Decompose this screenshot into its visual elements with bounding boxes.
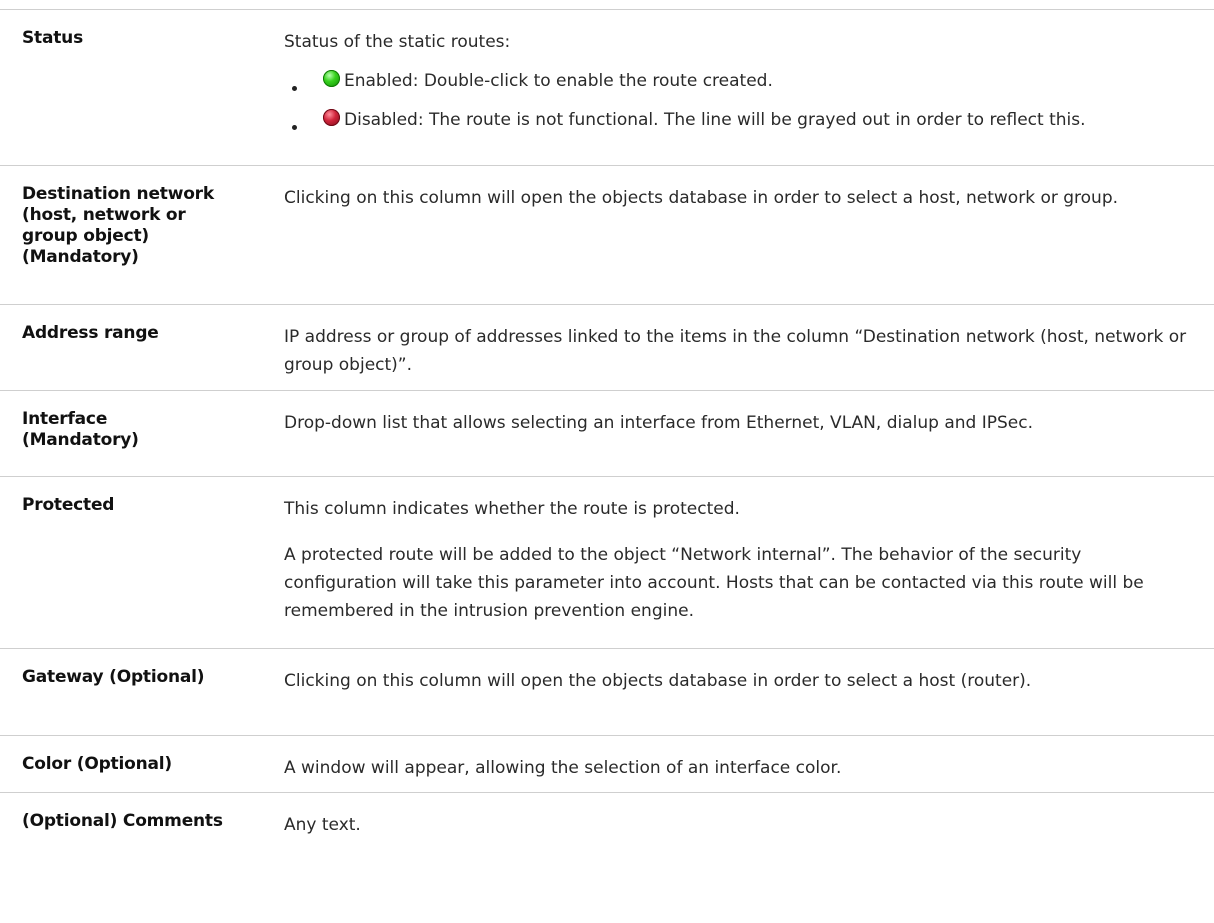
term-cell: Destination network (host, network or gr…: [0, 165, 272, 305]
term-status: Status: [22, 28, 83, 48]
table-row-status: Status Status of the static routes: Enab…: [0, 9, 1214, 166]
interface-desc: Drop-down list that allows selecting an …: [284, 413, 1033, 433]
term-line: Destination network: [22, 184, 214, 204]
desc-cell: IP address or group of addresses linked …: [272, 304, 1214, 391]
status-list: Enabled: Double-click to enable the rout…: [284, 67, 1194, 134]
bullet-dot: [292, 125, 297, 130]
desc-cell: Drop-down list that allows selecting an …: [272, 390, 1214, 477]
term-cell: Address range: [0, 304, 272, 391]
term-line: (host, network or: [22, 205, 186, 225]
desc-cell: Any text.: [272, 792, 1214, 853]
term-cell: (Optional) Comments: [0, 792, 272, 853]
term-color: Color (Optional): [22, 754, 172, 774]
list-item-disabled: Disabled: The route is not functional. T…: [284, 106, 1194, 134]
term-line: Interface: [22, 409, 108, 429]
desc-cell: This column indicates whether the route …: [272, 476, 1214, 649]
green-status-icon: [323, 70, 340, 87]
term-protected: Protected: [22, 495, 115, 515]
protected-desc-1: This column indicates whether the route …: [284, 499, 740, 519]
destination-desc: Clicking on this column will open the ob…: [284, 188, 1119, 208]
term-comments: (Optional) Comments: [22, 811, 223, 831]
bullet-dot: [292, 86, 297, 91]
table-row-destination: Destination network (host, network or gr…: [0, 165, 1214, 305]
term-line: (Mandatory): [22, 430, 139, 450]
protected-desc-2: A protected route will be added to the o…: [284, 545, 1144, 621]
desc-cell: Clicking on this column will open the ob…: [272, 648, 1214, 736]
parameters-table: Status Status of the static routes: Enab…: [0, 9, 1214, 853]
gateway-desc: Clicking on this column will open the ob…: [284, 671, 1032, 691]
term-cell: Status: [0, 9, 272, 166]
table-row-protected: Protected This column indicates whether …: [0, 476, 1214, 649]
table-row-interface: Interface (Mandatory) Drop-down list tha…: [0, 390, 1214, 477]
term-gateway: Gateway (Optional): [22, 667, 205, 687]
term-cell: Protected: [0, 476, 272, 649]
enabled-text: Enabled: Double-click to enable the rout…: [344, 71, 773, 91]
comments-desc: Any text.: [284, 815, 361, 835]
desc-cell: Status of the static routes: Enabled: Do…: [272, 9, 1214, 166]
term-cell: Color (Optional): [0, 735, 272, 793]
desc-cell: A window will appear, allowing the selec…: [272, 735, 1214, 793]
table-row-color: Color (Optional) A window will appear, a…: [0, 735, 1214, 793]
term-cell: Interface (Mandatory): [0, 390, 272, 477]
page: Status Status of the static routes: Enab…: [0, 0, 1214, 923]
disabled-text: Disabled: The route is not functional. T…: [344, 110, 1086, 130]
list-item-enabled: Enabled: Double-click to enable the rout…: [284, 67, 1194, 95]
table-row-gateway: Gateway (Optional) Clicking on this colu…: [0, 648, 1214, 736]
color-desc: A window will appear, allowing the selec…: [284, 758, 842, 778]
status-intro: Status of the static routes:: [284, 32, 511, 52]
table-row-comments: (Optional) Comments Any text.: [0, 792, 1214, 853]
table-row-address-range: Address range IP address or group of add…: [0, 304, 1214, 391]
desc-cell: Clicking on this column will open the ob…: [272, 165, 1214, 305]
term-line: (Mandatory): [22, 247, 139, 267]
address-range-desc: IP address or group of addresses linked …: [284, 327, 1187, 375]
red-status-icon: [323, 109, 340, 126]
term-line: group object): [22, 226, 150, 246]
term-address-range: Address range: [22, 323, 159, 343]
term-cell: Gateway (Optional): [0, 648, 272, 736]
